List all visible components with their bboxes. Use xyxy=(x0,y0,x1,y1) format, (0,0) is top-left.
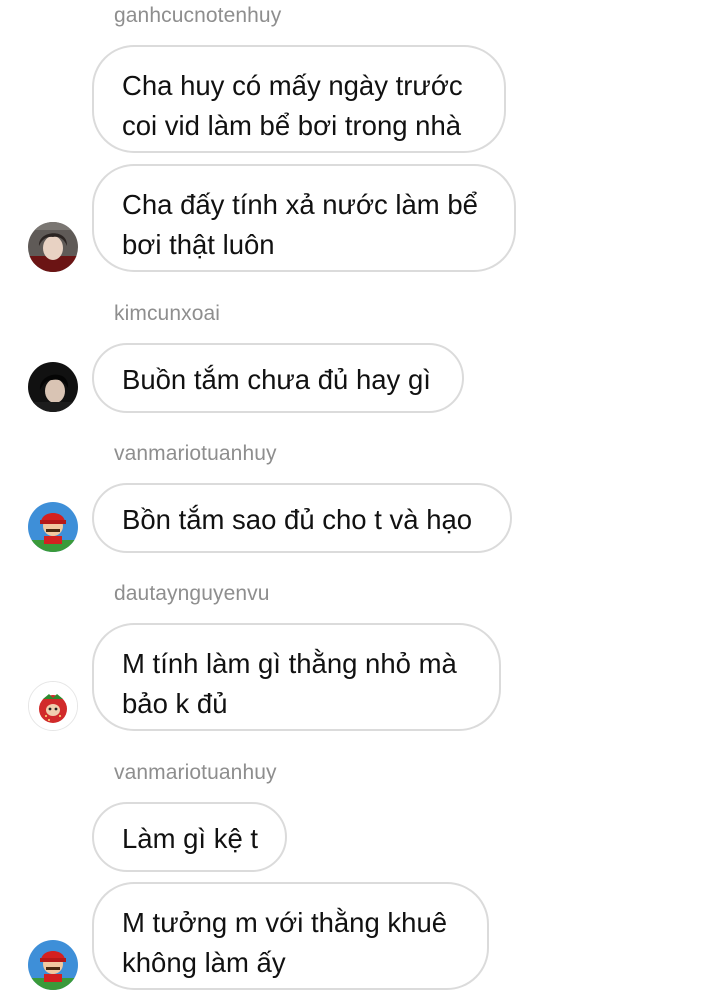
strawberry-character-icon[interactable] xyxy=(28,681,78,731)
message-text: M tưởng m với thằng khuê xyxy=(122,907,448,938)
message-bubble[interactable]: Cha đấy tính xả nước làm bể bơi thật luô… xyxy=(92,164,516,272)
mario-icon[interactable] xyxy=(28,940,78,990)
message-bubble[interactable]: Buồn tắm chưa đủ hay gì xyxy=(92,343,464,413)
sender-username[interactable]: ganhcucnotenhuy xyxy=(114,4,281,28)
message-bubble[interactable]: M tưởng m với thằng khuê không làm ấy xyxy=(92,882,489,990)
message-text: không làm ấy xyxy=(122,947,286,978)
message-text: bảo k đủ xyxy=(122,688,228,719)
message-bubble[interactable]: Cha huy có mấy ngày trước coi vid làm bể… xyxy=(92,45,506,153)
message-bubble[interactable]: Làm gì kệ t xyxy=(92,802,287,872)
sender-username[interactable]: vanmariotuanhuy xyxy=(114,761,277,785)
person-black-hair-icon[interactable] xyxy=(28,362,78,412)
person-dark-hair-icon[interactable] xyxy=(28,222,78,272)
message-text: M tính làm gì thằng nhỏ mà xyxy=(122,648,457,679)
message-text: Cha đấy tính xả nước làm bể xyxy=(122,189,478,220)
mario-icon[interactable] xyxy=(28,502,78,552)
message-text: Bồn tắm sao đủ cho t và hạo xyxy=(122,504,473,535)
message-text: bơi thật luôn xyxy=(122,229,275,260)
message-text: Làm gì kệ t xyxy=(122,823,259,854)
message-text: coi vid làm bể bơi trong nhà xyxy=(122,110,462,141)
message-bubble[interactable]: M tính làm gì thằng nhỏ mà bảo k đủ xyxy=(92,623,501,731)
message-text: Cha huy có mấy ngày trước xyxy=(122,70,463,101)
sender-username[interactable]: vanmariotuanhuy xyxy=(114,442,277,466)
sender-username[interactable]: dautaynguyenvu xyxy=(114,582,270,606)
message-text: Buồn tắm chưa đủ hay gì xyxy=(122,364,431,395)
message-bubble[interactable]: Bồn tắm sao đủ cho t và hạo xyxy=(92,483,512,553)
sender-username[interactable]: kimcunxoai xyxy=(114,302,220,326)
